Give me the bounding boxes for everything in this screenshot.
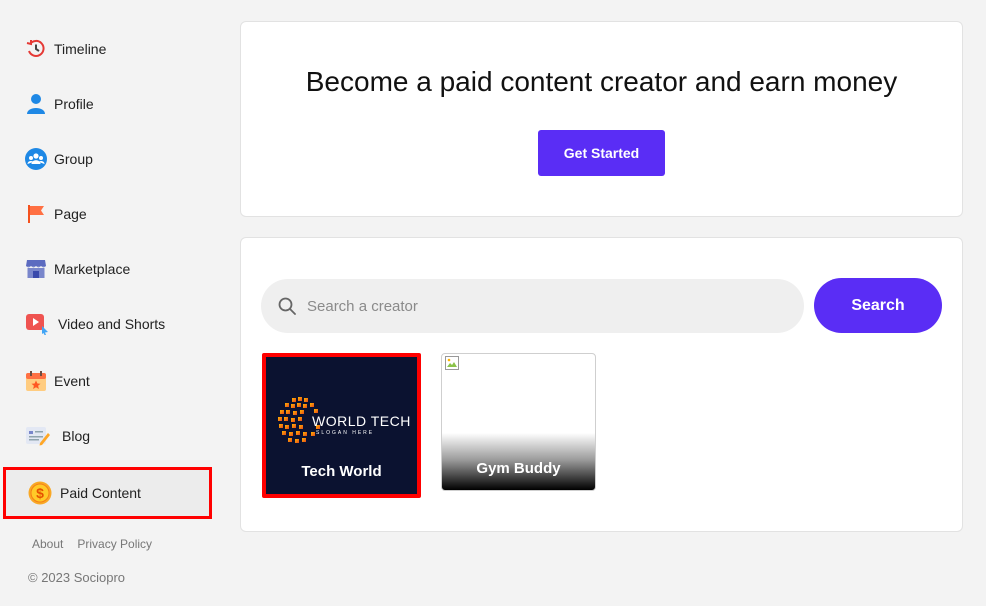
blog-icon xyxy=(24,424,52,448)
sidebar-item-event[interactable]: Event xyxy=(24,366,90,396)
sidebar-item-label: Group xyxy=(54,151,93,167)
sidebar-item-profile[interactable]: Profile xyxy=(24,89,94,119)
logo-text: WORLD TECH xyxy=(312,413,411,429)
sidebar-item-group[interactable]: Group xyxy=(24,144,93,174)
sidebar-item-page[interactable]: Page xyxy=(24,199,87,229)
sidebar-item-timeline[interactable]: Timeline xyxy=(24,34,106,64)
dollar-coin-icon: $ xyxy=(28,481,52,505)
footer-links: About Privacy Policy xyxy=(32,537,152,551)
search-input[interactable] xyxy=(305,296,779,316)
sidebar-item-label: Paid Content xyxy=(60,485,141,501)
privacy-policy-link[interactable]: Privacy Policy xyxy=(77,537,152,551)
sidebar-item-video-and-shorts[interactable]: Video and Shorts xyxy=(24,309,165,339)
about-link[interactable]: About xyxy=(32,537,63,551)
group-icon xyxy=(24,147,48,171)
creator-list-panel: Search WORLD TECH SLOGAN HERE Tech World xyxy=(240,237,963,532)
video-icon xyxy=(24,312,50,336)
get-started-button[interactable]: Get Started xyxy=(538,130,665,176)
sidebar-item-label: Marketplace xyxy=(54,261,131,277)
search-button[interactable]: Search xyxy=(814,278,942,333)
sidebar-item-marketplace[interactable]: Marketplace xyxy=(24,254,130,284)
timeline-icon xyxy=(24,37,48,61)
sidebar-item-label: Video and Shorts xyxy=(58,316,166,332)
logo-slogan: SLOGAN HERE xyxy=(316,430,375,436)
creator-card-gym-buddy[interactable]: Gym Buddy xyxy=(441,353,596,491)
flag-icon xyxy=(24,202,48,226)
store-icon xyxy=(24,257,48,281)
creator-card-tech-world[interactable]: WORLD TECH SLOGAN HERE Tech World xyxy=(262,353,421,498)
profile-icon xyxy=(24,92,48,116)
banner-title: Become a paid content creator and earn m… xyxy=(305,66,898,97)
search-bar xyxy=(261,279,804,333)
copyright: © 2023 Sociopro xyxy=(28,570,126,585)
search-icon xyxy=(278,297,296,315)
sidebar-item-label: Profile xyxy=(54,96,94,112)
creator-name: Tech World xyxy=(301,463,382,480)
calendar-icon xyxy=(24,369,48,393)
svg-text:$: $ xyxy=(36,485,44,501)
sidebar-item-label: Event xyxy=(54,373,90,389)
sidebar: Timeline Profile Group Page Marketplace … xyxy=(0,0,220,606)
sidebar-item-label: Page xyxy=(54,206,87,222)
creator-name: Gym Buddy xyxy=(476,460,561,477)
broken-image-icon xyxy=(445,356,459,370)
sidebar-item-blog[interactable]: Blog xyxy=(24,421,90,451)
sidebar-item-paid-content[interactable]: $ Paid Content xyxy=(3,467,212,519)
sidebar-item-label: Timeline xyxy=(54,41,107,57)
paid-creator-banner: Become a paid content creator and earn m… xyxy=(240,21,963,217)
sidebar-item-label: Blog xyxy=(62,428,91,444)
